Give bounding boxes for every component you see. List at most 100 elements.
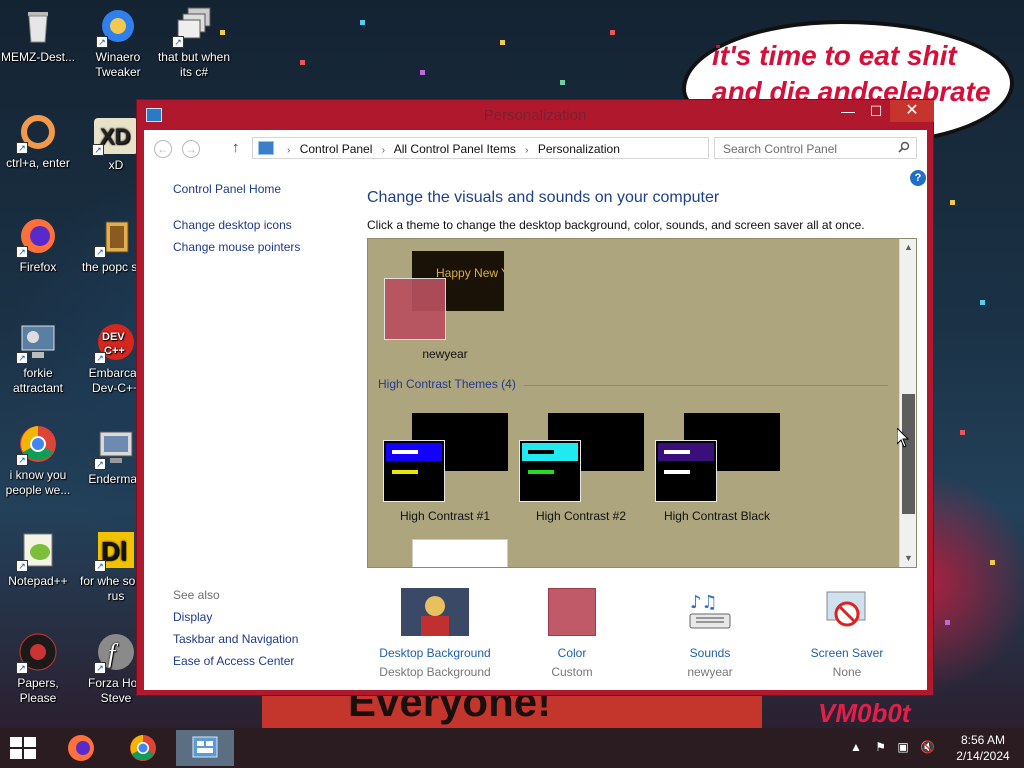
theme-label: High Contrast #1 [399, 509, 491, 523]
shortcut-arrow-icon: ↗ [16, 454, 28, 466]
title-bar[interactable]: Personalization — ☐ ✕ [137, 100, 934, 130]
theme-high-contrast-1[interactable]: High Contrast #1 [375, 413, 515, 525]
shortcut-arrow-icon: ↗ [94, 662, 106, 674]
taskbar: ▲ ⚑ ▣ 🔇 8:56 AM 2/14/2024 [0, 728, 1024, 768]
orange-ring-icon: ↗ [16, 112, 58, 154]
theme-high-contrast-black[interactable]: High Contrast Black [647, 413, 787, 525]
help-button[interactable]: ? [910, 170, 926, 186]
theme-newyear[interactable]: Happy New Year! newyear [375, 251, 529, 371]
scroll-down-icon[interactable]: ▼ [900, 550, 916, 567]
chevron-right-icon: › [287, 145, 291, 156]
stacked-windows-icon: ↗ [172, 6, 214, 48]
xd-icon: XD ↗ [92, 118, 138, 156]
back-button[interactable]: ← [154, 140, 172, 158]
desktop-icon-label: i know you people we... [5, 468, 71, 497]
desktop-icon-forkie[interactable]: ↗ forkie attractant [0, 322, 76, 396]
theme-label: High Contrast #2 [535, 509, 627, 523]
close-button[interactable]: ✕ [890, 100, 934, 122]
screen-saver-setting[interactable]: Screen Saver None [777, 588, 917, 679]
minimize-button[interactable]: — [834, 100, 862, 122]
desktop-icon-label: Firefox [19, 260, 57, 274]
breadcrumb: › Control Panel › All Control Panel Item… [281, 142, 620, 156]
forward-button[interactable]: → [182, 140, 200, 158]
change-mouse-pointers-link[interactable]: Change mouse pointers [173, 240, 353, 254]
svg-text:♪♫: ♪♫ [690, 592, 718, 613]
background-thumbnail [401, 588, 469, 636]
desktop-icon-firefox[interactable]: ↗ Firefox [0, 216, 76, 275]
desktop-icon-label: Papers, Please [17, 676, 59, 705]
tray-overflow-icon[interactable]: ▲ [850, 740, 862, 754]
shortcut-arrow-icon: ↗ [92, 144, 104, 156]
breadcrumb-personalization[interactable]: Personalization [538, 142, 620, 156]
recycle-bin-icon [18, 6, 58, 46]
clock-time: 8:56 AM [960, 733, 1006, 747]
control-panel-icon [192, 736, 218, 758]
taskbar-chrome[interactable] [114, 730, 172, 766]
color-swatch [548, 588, 596, 636]
wallpaper-signature: VM0b0t [818, 698, 911, 728]
desktop-icon-memz[interactable]: MEMZ-Dest... [0, 6, 76, 65]
volume-muted-icon[interactable]: 🔇 [920, 740, 935, 754]
strip-value: newyear [687, 665, 733, 679]
app-icon: Dl ↗ [94, 530, 136, 572]
firefox-icon: ↗ [16, 216, 58, 258]
theme-list-scrollbar[interactable]: ▲ ▼ [899, 239, 916, 567]
system-tray: ▲ ⚑ ▣ 🔇 [850, 740, 935, 754]
breadcrumb-control-panel[interactable]: Control Panel [300, 142, 373, 156]
desktop-icon-label: ctrl+a, enter [6, 156, 70, 170]
desktop-icon-papers-please[interactable]: ↗ Papers, Please [0, 632, 76, 706]
up-button[interactable]: ↑ [232, 139, 240, 156]
desktop-icon-csharp[interactable]: ↗ that but when its c# [156, 6, 232, 80]
theme-list: Happy New Year! newyear High Contrast Th… [367, 238, 917, 568]
desktop-background-setting[interactable]: Desktop Background Desktop Background [365, 588, 505, 679]
firefox-icon [68, 735, 94, 761]
flag-icon[interactable]: ⚑ [875, 740, 886, 754]
theme-high-contrast-white-preview[interactable] [412, 539, 508, 567]
chrome-icon [130, 735, 156, 761]
taskbar-navigation-link[interactable]: Taskbar and Navigation [173, 632, 298, 646]
network-icon[interactable]: ▣ [897, 740, 908, 754]
page-description: Click a theme to change the desktop back… [367, 218, 865, 232]
desktop-icon-notepadpp[interactable]: ↗ Notepad++ [0, 530, 76, 589]
strip-value: Desktop Background [379, 665, 491, 679]
taskbar-control-panel[interactable] [176, 730, 234, 766]
start-button[interactable] [10, 737, 38, 759]
search-placeholder: Search Control Panel [723, 142, 838, 156]
search-input[interactable]: Search Control Panel [714, 137, 917, 159]
desktop-icon-label: Winaero Tweaker [95, 50, 141, 79]
sounds-icon: ♪♫ [686, 588, 734, 636]
svg-text:C++: C++ [104, 345, 125, 357]
desktop-icon-winaero[interactable]: ↗ Winaero Tweaker [80, 6, 156, 80]
maximize-button[interactable]: ☐ [862, 100, 890, 122]
ease-of-access-link[interactable]: Ease of Access Center [173, 654, 298, 668]
control-panel-home-link[interactable]: Control Panel Home [173, 182, 353, 196]
display-link[interactable]: Display [173, 610, 298, 624]
see-also-title: See also [173, 588, 220, 602]
theme-high-contrast-2[interactable]: High Contrast #2 [511, 413, 651, 525]
change-desktop-icons-link[interactable]: Change desktop icons [173, 218, 353, 232]
desktop-icon-label: Notepad++ [8, 574, 68, 588]
desktop-icon-chrome[interactable]: ↗ i know you people we... [0, 424, 76, 498]
taskbar-firefox[interactable] [52, 730, 110, 766]
theme-preview-text: Happy New Year! [436, 266, 504, 280]
scroll-up-icon[interactable]: ▲ [900, 239, 916, 256]
high-contrast-group-title: High Contrast Themes (4) [378, 377, 516, 391]
taskbar-clock[interactable]: 8:56 AM 2/14/2024 [948, 732, 1018, 764]
sounds-setting[interactable]: ♪♫ Sounds newyear [640, 588, 780, 679]
strip-label: Screen Saver [810, 646, 884, 660]
scrollbar-thumb[interactable] [902, 394, 915, 514]
desktop-icon-ctrl-a[interactable]: ↗ ctrl+a, enter [0, 112, 76, 171]
address-bar[interactable]: › Control Panel › All Control Panel Item… [252, 137, 804, 159]
color-setting[interactable]: Color Custom [502, 588, 642, 679]
window-title: Personalization [483, 107, 587, 124]
devcpp-icon: DEV C++ ↗ [94, 322, 136, 364]
window-client-area: ← → ↑ › Control Panel › All Control Pane… [144, 130, 927, 690]
notepadpp-icon: ↗ [16, 530, 58, 572]
desktop-icon-label: forkie attractant [12, 366, 64, 395]
theme-label: High Contrast Black [663, 509, 771, 523]
left-pane: Control Panel Home Change desktop icons … [173, 182, 353, 262]
page-title: Change the visuals and sounds on your co… [367, 189, 720, 206]
shortcut-arrow-icon: ↗ [16, 352, 28, 364]
breadcrumb-all-items[interactable]: All Control Panel Items [394, 142, 516, 156]
shortcut-arrow-icon: ↗ [96, 36, 108, 48]
